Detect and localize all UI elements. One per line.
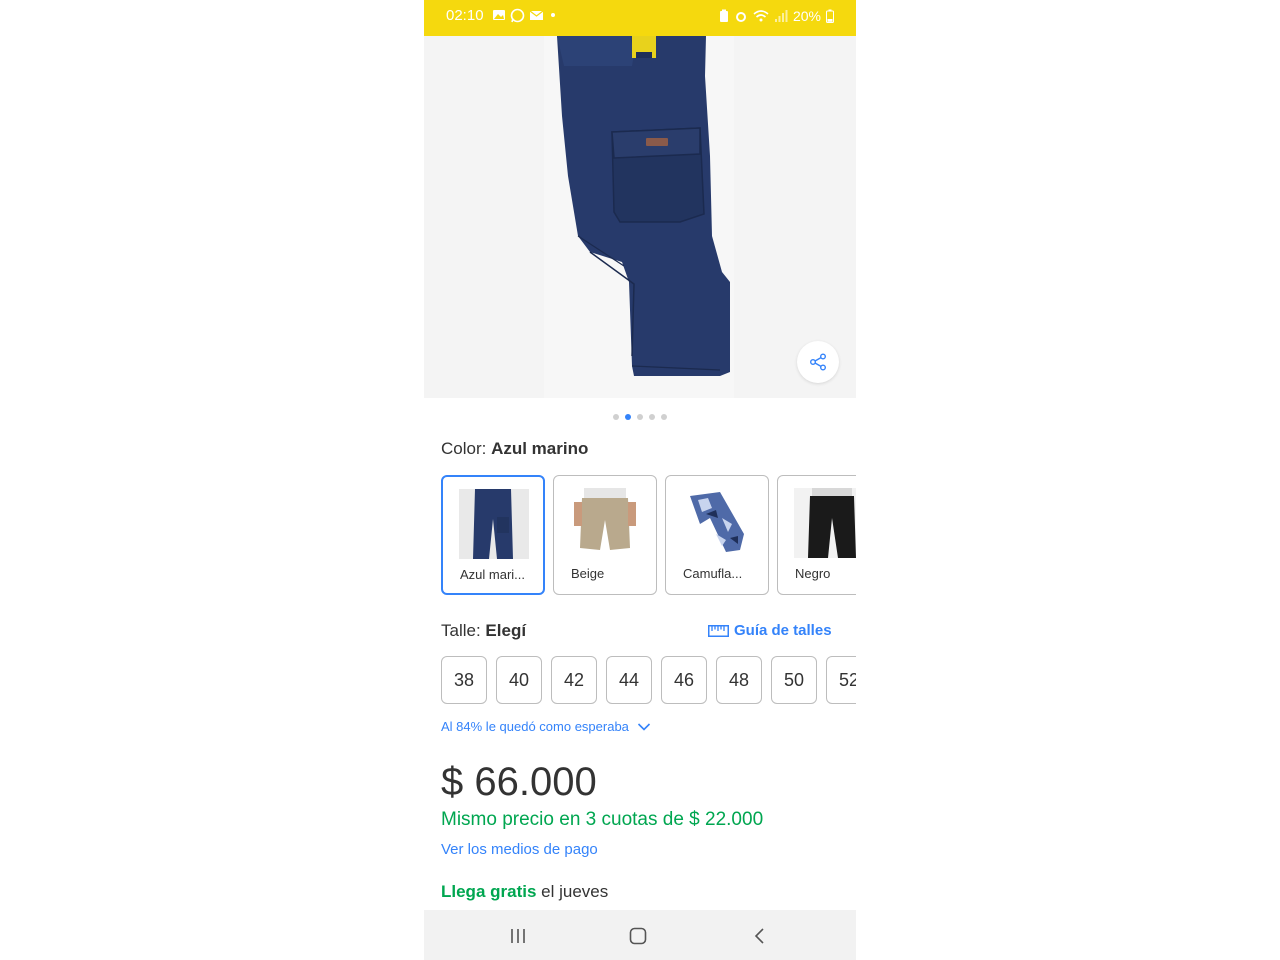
shipping-info: Llega gratis el jueves [441,882,608,902]
share-button[interactable] [797,341,839,383]
size-option[interactable]: 52 [826,656,856,704]
size-option[interactable]: 50 [771,656,817,704]
recents-icon [511,929,525,943]
color-option-beige[interactable]: Beige [553,475,657,595]
status-bar: 02:10 20% [424,0,856,36]
battery-icon [826,9,834,23]
size-option[interactable]: 40 [496,656,542,704]
size-label: Talle: [441,621,486,640]
variant-thumbnail [682,488,752,558]
pager-dot-active[interactable] [625,414,631,420]
size-option[interactable]: 46 [661,656,707,704]
variant-thumbnail [459,489,529,559]
ruler-icon [708,624,729,637]
color-variant-list: Azul mari... Beige Camufla... Negro [441,475,856,595]
system-nav-bar [424,910,856,960]
color-option-negro[interactable]: Negro [777,475,856,595]
color-selector-title: Color: Azul marino [441,439,588,459]
app-screen: 02:10 20% Color: Azul marino Azul mari..… [424,0,856,960]
size-guide-link[interactable]: Guía de talles [708,622,832,639]
home-button[interactable] [623,924,653,948]
whatsapp-icon [510,8,525,23]
battery-level: 20% [792,8,821,24]
variant-label: Camufla... [683,566,743,581]
signal-icon [774,10,788,22]
size-option[interactable]: 48 [716,656,762,704]
mail-icon [529,10,544,20]
size-value: Elegí [485,621,527,640]
system-icons: 20% [719,8,834,24]
fit-feedback-text: Al 84% le quedó como esperaba [441,719,629,734]
product-image-gallery[interactable] [424,36,856,398]
variant-label: Negro [795,566,831,581]
variant-thumbnail [570,488,640,558]
variant-label: Beige [571,566,605,581]
chevron-down-icon [637,722,650,731]
variant-thumbnail [794,488,856,558]
delivery-day: el jueves [536,882,609,901]
color-value: Azul marino [491,439,589,458]
size-option-list: 38 40 42 44 46 48 50 52 [441,656,856,704]
fit-feedback-toggle[interactable]: Al 84% le quedó como esperaba [441,719,651,734]
size-option[interactable]: 44 [606,656,652,704]
product-image [557,36,730,376]
pager-dot[interactable] [661,414,667,420]
share-icon [810,353,826,371]
installments-text: Mismo precio en 3 cuotas de $ 22.000 [441,809,764,830]
notification-icons [492,8,558,23]
size-option[interactable]: 38 [441,656,487,704]
status-time: 02:10 [446,7,484,24]
color-label: Color: [441,439,492,458]
wifi-icon [753,10,769,22]
pager-dot[interactable] [613,414,619,420]
recents-button[interactable] [503,924,533,948]
gallery-icon [493,10,505,20]
pager-dot[interactable] [637,414,643,420]
color-option-azul-marino[interactable]: Azul mari... [441,475,545,595]
battery-saver-icon [719,9,728,22]
payment-methods-link[interactable]: Ver los medios de pago [441,841,598,858]
product-price: $ 66.000 [441,760,597,804]
size-selector-title: Talle: Elegí [441,621,526,641]
back-button[interactable] [745,924,775,948]
color-option-camuflado[interactable]: Camufla... [665,475,769,595]
free-shipping-label: Llega gratis [441,882,537,901]
size-guide-label: Guía de talles [734,622,832,639]
variant-label: Azul mari... [460,567,526,582]
pager-dot[interactable] [649,414,655,420]
alarm-icon [735,12,746,22]
back-icon [754,928,764,944]
gallery-pager [424,414,856,420]
dot-icon [551,13,555,17]
home-icon [629,927,647,945]
size-option[interactable]: 42 [551,656,597,704]
